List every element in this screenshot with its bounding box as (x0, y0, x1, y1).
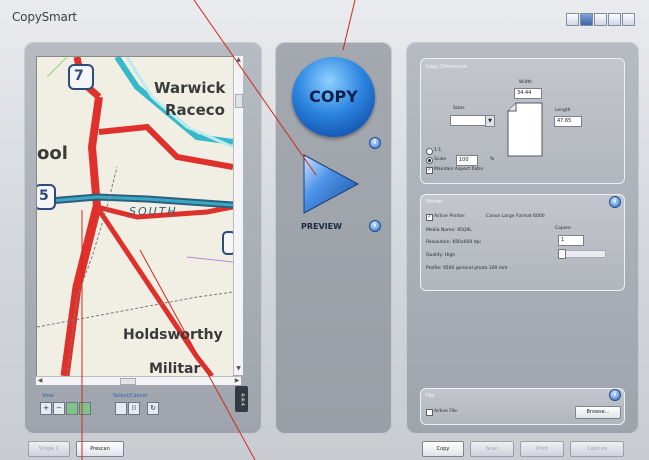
application-window: CopySmart 7 5 Warwick Raceco ool SOUTH H… (0, 0, 649, 460)
annotation-lines (81, 0, 356, 460)
